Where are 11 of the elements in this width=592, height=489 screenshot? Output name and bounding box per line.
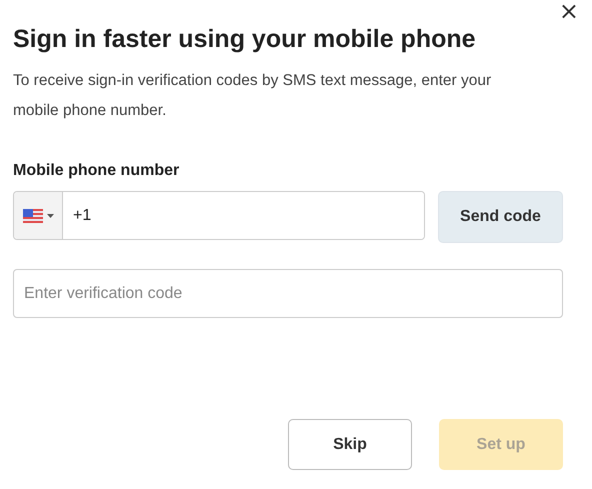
close-button[interactable]: × bbox=[554, 0, 583, 22]
skip-button[interactable]: Skip bbox=[288, 419, 412, 470]
description-text: To receive sign-in verification codes by SMS text message, enter your mobile phone number. bbox=[13, 71, 492, 121]
country-selector[interactable] bbox=[14, 192, 63, 239]
phone-input-field[interactable]: +1 bbox=[13, 191, 425, 240]
caret-icon bbox=[46, 214, 54, 218]
verification-code-field[interactable]: Enter verification code bbox=[13, 269, 563, 318]
flag-icon bbox=[22, 208, 42, 222]
dialog-title: Sign in faster using your mobile phone bbox=[13, 25, 477, 54]
send-code-button[interactable]: Send code bbox=[438, 191, 563, 243]
field-label: Mobile phone number bbox=[13, 162, 180, 180]
